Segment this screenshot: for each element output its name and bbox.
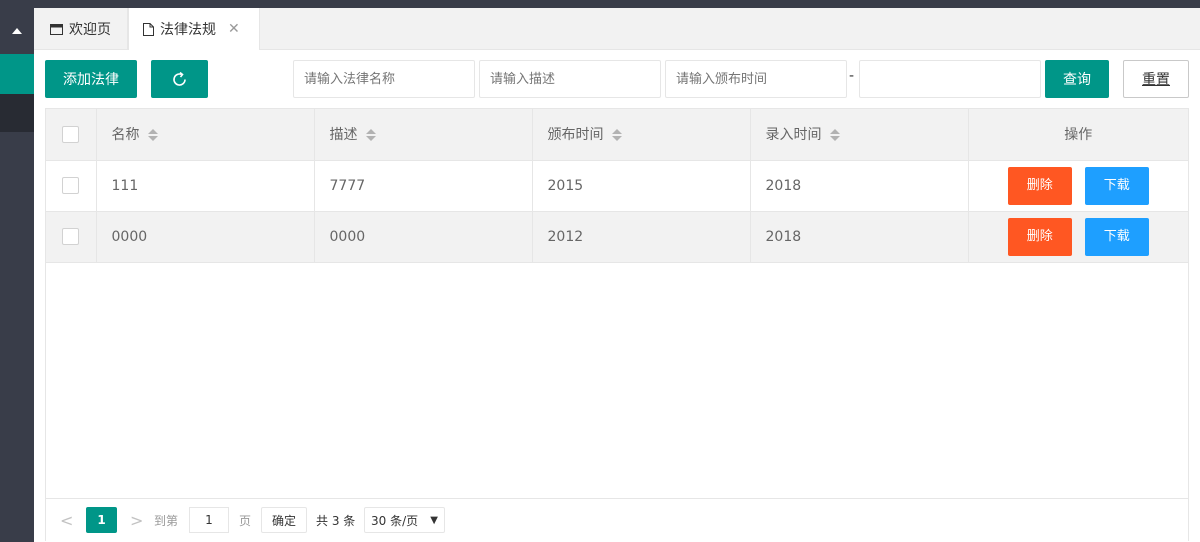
goto-page-input[interactable] <box>189 507 229 533</box>
select-all-checkbox[interactable] <box>62 125 80 143</box>
close-icon[interactable]: ✕ <box>228 21 240 37</box>
sort-icon[interactable] <box>611 129 622 142</box>
cell-name: 111 <box>96 160 315 212</box>
cell-actions: 删除 下载 <box>968 160 1188 212</box>
page-unit-label: 页 <box>239 513 252 528</box>
description-input[interactable] <box>479 60 661 98</box>
delete-button[interactable]: 删除 <box>1007 166 1072 205</box>
tab-welcome[interactable]: 欢迎页 <box>34 8 128 50</box>
row-checkbox[interactable] <box>62 228 80 245</box>
cell-description: 0000 <box>314 211 533 263</box>
header-description[interactable]: 描述 <box>314 109 533 161</box>
sidebar <box>0 8 34 542</box>
tab-law[interactable]: 法律法规 ✕ <box>128 8 260 50</box>
law-name-input[interactable] <box>293 60 475 98</box>
date-range-separator: - <box>849 68 855 84</box>
header-entry-date[interactable]: 录入时间 <box>750 109 969 161</box>
issue-date-start-input[interactable] <box>665 60 847 98</box>
tab-welcome-label: 欢迎页 <box>69 22 111 38</box>
goto-confirm-button[interactable]: 确定 <box>261 507 307 533</box>
tab-bar: 欢迎页 法律法规 ✕ <box>34 8 1200 50</box>
caret-down-icon: ▼ <box>430 514 438 526</box>
reset-button[interactable]: 重置 <box>1123 60 1189 98</box>
row-select-cell <box>46 160 97 212</box>
sidebar-item[interactable] <box>0 94 34 132</box>
table-row: 0000 0000 2012 2018 删除 下载 <box>46 211 1188 263</box>
law-table: 名称 描述 颁布时间 录入时间 操作 111 7777 2015 2018 删除… <box>45 108 1189 541</box>
delete-button[interactable]: 删除 <box>1007 217 1072 256</box>
table-header-row: 名称 描述 颁布时间 录入时间 操作 <box>46 109 1188 161</box>
row-checkbox[interactable] <box>62 177 80 194</box>
document-icon <box>143 22 154 36</box>
add-law-button[interactable]: 添加法律 <box>45 60 137 98</box>
sort-icon[interactable] <box>829 129 840 142</box>
cell-description: 7777 <box>314 160 533 212</box>
cell-entry-date: 2018 <box>750 160 969 212</box>
refresh-button[interactable] <box>151 60 208 98</box>
cell-issue-date: 2012 <box>532 211 751 263</box>
select-all-cell <box>46 109 97 161</box>
download-button[interactable]: 下载 <box>1084 217 1149 256</box>
row-select-cell <box>46 211 97 263</box>
cell-name: 0000 <box>96 211 315 263</box>
next-page-icon[interactable]: > <box>130 507 143 533</box>
sort-icon[interactable] <box>147 129 158 142</box>
goto-label: 到第 <box>154 513 179 528</box>
sort-icon[interactable] <box>365 129 376 142</box>
current-page[interactable]: 1 <box>86 507 117 533</box>
cell-entry-date: 2018 <box>750 211 969 263</box>
caret-up-icon <box>12 28 22 34</box>
collapse-toggle[interactable] <box>0 8 34 54</box>
prev-page-icon[interactable]: < <box>60 507 73 533</box>
table-row: 111 7777 2015 2018 删除 下载 <box>46 160 1188 212</box>
cell-actions: 删除 下载 <box>968 211 1188 263</box>
sidebar-item-active[interactable] <box>0 54 34 94</box>
page-size-select[interactable]: 30 条/页 ▼ <box>364 507 445 533</box>
header-actions: 操作 <box>968 109 1188 161</box>
header-issue-date[interactable]: 颁布时间 <box>532 109 751 161</box>
refresh-icon <box>173 71 186 86</box>
pagination: < 1 > 到第 页 确定 共 3 条 30 条/页▼ <box>46 498 1188 541</box>
total-count: 共 3 条 <box>316 513 356 528</box>
issue-date-end-input[interactable] <box>859 60 1041 98</box>
download-button[interactable]: 下载 <box>1084 166 1149 205</box>
window-icon <box>50 23 63 35</box>
cell-issue-date: 2015 <box>532 160 751 212</box>
tab-law-label: 法律法规 <box>160 22 216 38</box>
header-name[interactable]: 名称 <box>96 109 315 161</box>
query-button[interactable]: 查询 <box>1045 60 1109 98</box>
top-bar <box>0 0 1200 8</box>
